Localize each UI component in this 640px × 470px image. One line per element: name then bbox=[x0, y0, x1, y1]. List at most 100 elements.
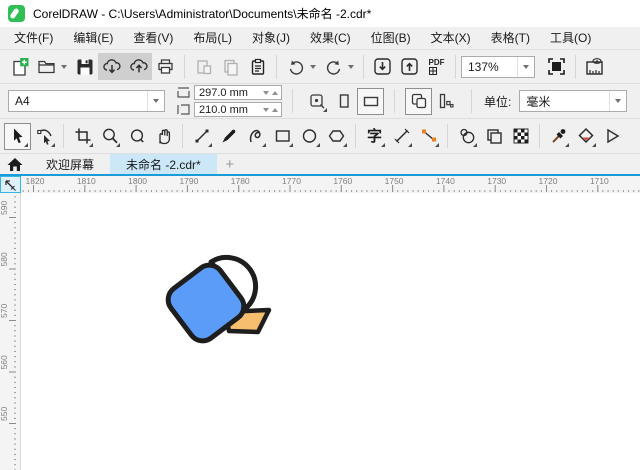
page-width-spinner[interactable] bbox=[263, 90, 281, 95]
units-dropdown-button[interactable] bbox=[609, 91, 626, 111]
menu-view[interactable]: 查看(V) bbox=[123, 27, 183, 49]
interactive-fill-tool[interactable] bbox=[572, 123, 599, 150]
horizontal-ruler-row: 1820 1810 1800 1790 1780 1770 1760 1750 1740 1730… bbox=[0, 176, 640, 193]
text-tool-glyph: 字 bbox=[366, 127, 382, 145]
bucket-shape[interactable] bbox=[163, 254, 272, 346]
page-size-dropdown-button[interactable] bbox=[147, 91, 164, 111]
artistic-media-tool[interactable] bbox=[215, 123, 242, 150]
ruler-eye-icon bbox=[585, 57, 603, 75]
paste-button[interactable] bbox=[244, 53, 271, 80]
shape-tool[interactable] bbox=[31, 123, 58, 150]
open-dropdown-caret[interactable] bbox=[61, 64, 67, 69]
units-combobox[interactable]: 毫米 bbox=[519, 90, 628, 112]
zoom-level-dropdown-button[interactable] bbox=[517, 56, 534, 77]
flyout-indicator bbox=[316, 142, 320, 147]
import-button[interactable] bbox=[369, 53, 396, 80]
transparency-checker-icon bbox=[513, 128, 528, 144]
pick-tool[interactable] bbox=[4, 122, 31, 150]
paste-clipboard-icon bbox=[251, 58, 264, 75]
zoom-out-tool[interactable] bbox=[123, 123, 150, 150]
bspline-tool[interactable] bbox=[242, 123, 269, 150]
page-width-input[interactable]: 297.0 mm bbox=[194, 85, 282, 100]
page-height-input[interactable]: 210.0 mm bbox=[194, 102, 282, 117]
svg-text:1810: 1810 bbox=[77, 176, 96, 186]
flyout-indicator bbox=[592, 142, 596, 147]
menu-table[interactable]: 表格(T) bbox=[481, 27, 540, 49]
drawing-canvas[interactable] bbox=[21, 193, 640, 470]
freehand-tool[interactable] bbox=[188, 123, 215, 150]
cloud-download-button[interactable] bbox=[98, 53, 125, 80]
toolbox-separator bbox=[447, 124, 448, 148]
document-tab-bar: 欢迎屏幕 未命名 -2.cdr* + bbox=[0, 154, 640, 176]
flyout-indicator bbox=[381, 142, 385, 147]
polygon-tool[interactable] bbox=[323, 123, 350, 150]
zoom-level-combobox[interactable]: 137% bbox=[461, 55, 535, 78]
new-tab-button[interactable]: + bbox=[217, 154, 243, 174]
vertical-ruler[interactable]: 590 580 570 560 550 bbox=[0, 193, 21, 470]
drop-shadow-tool[interactable] bbox=[480, 123, 507, 150]
toolbar-separator bbox=[276, 54, 277, 79]
redo-dropdown-caret[interactable] bbox=[348, 64, 354, 69]
menu-effects[interactable]: 效果(C) bbox=[300, 27, 361, 49]
menu-bitmaps[interactable]: 位图(B) bbox=[361, 27, 421, 49]
contour-tool[interactable] bbox=[453, 123, 480, 150]
ellipse-tool[interactable] bbox=[296, 123, 323, 150]
zoom-tool[interactable] bbox=[96, 123, 123, 150]
tab-welcome-screen[interactable]: 欢迎屏幕 bbox=[30, 154, 110, 174]
svg-text:1760: 1760 bbox=[333, 176, 352, 186]
text-tool[interactable]: 字 bbox=[361, 123, 388, 150]
svg-text:1740: 1740 bbox=[436, 176, 455, 186]
publish-pdf-button[interactable]: PDF bbox=[423, 53, 450, 80]
horizontal-ruler[interactable]: 1820 1810 1800 1790 1780 1770 1760 1750 1740 1730… bbox=[21, 176, 640, 193]
redo-button[interactable] bbox=[320, 53, 347, 80]
rectangle-tool[interactable] bbox=[269, 123, 296, 150]
landscape-orientation-button[interactable] bbox=[357, 87, 384, 115]
menu-file[interactable]: 文件(F) bbox=[4, 27, 63, 49]
undo-button[interactable] bbox=[282, 53, 309, 80]
pan-tool[interactable] bbox=[150, 123, 177, 150]
dimension-tool[interactable] bbox=[388, 123, 415, 150]
smart-fill-tool-partial[interactable] bbox=[599, 123, 626, 150]
fullscreen-preview-button[interactable] bbox=[543, 53, 570, 80]
ruler-origin-button[interactable] bbox=[0, 176, 21, 193]
page-size-combobox[interactable]: A4 bbox=[8, 90, 165, 112]
svg-text:590: 590 bbox=[0, 201, 9, 215]
spin-down-icon bbox=[263, 107, 269, 112]
chevron-down-icon bbox=[523, 64, 529, 69]
menu-text[interactable]: 文本(X) bbox=[421, 27, 481, 49]
show-rulers-button[interactable] bbox=[581, 53, 608, 80]
spin-up-icon bbox=[272, 90, 278, 95]
crop-tool[interactable] bbox=[69, 123, 96, 150]
portrait-orientation-button[interactable] bbox=[330, 88, 357, 115]
all-pages-button[interactable] bbox=[405, 87, 432, 115]
svg-text:1730: 1730 bbox=[487, 176, 506, 186]
paste-special-icon bbox=[196, 59, 211, 74]
undo-dropdown-caret[interactable] bbox=[310, 64, 316, 69]
chevron-down-icon bbox=[153, 99, 159, 103]
menu-edit[interactable]: 编辑(E) bbox=[63, 27, 123, 49]
new-document-button[interactable] bbox=[6, 53, 33, 80]
propbar-separator bbox=[471, 89, 472, 113]
flyout-indicator bbox=[262, 142, 266, 147]
tab-document[interactable]: 未命名 -2.cdr* bbox=[110, 154, 217, 174]
menu-object[interactable]: 对象(J) bbox=[242, 27, 300, 49]
export-button[interactable] bbox=[396, 53, 423, 80]
transparency-tool[interactable] bbox=[507, 123, 534, 150]
home-tab-button[interactable] bbox=[0, 154, 30, 174]
save-button[interactable] bbox=[71, 53, 98, 80]
menu-tools[interactable]: 工具(O) bbox=[540, 27, 601, 49]
auto-fit-page-button[interactable] bbox=[303, 88, 330, 115]
page-height-value: 210.0 mm bbox=[199, 103, 248, 116]
open-document-button[interactable] bbox=[33, 53, 60, 80]
eyedropper-tool[interactable] bbox=[545, 123, 572, 150]
page-height-spinner[interactable] bbox=[263, 107, 281, 112]
svg-text:1710: 1710 bbox=[590, 176, 609, 186]
print-button[interactable] bbox=[152, 53, 179, 80]
propbar-separator bbox=[292, 89, 293, 113]
connector-tool[interactable] bbox=[415, 123, 442, 150]
current-page-button[interactable] bbox=[432, 88, 459, 115]
menu-layout[interactable]: 布局(L) bbox=[183, 27, 242, 49]
svg-text:1780: 1780 bbox=[231, 176, 250, 186]
pdf-grid-icon bbox=[428, 66, 437, 75]
cloud-upload-button[interactable] bbox=[125, 53, 152, 80]
